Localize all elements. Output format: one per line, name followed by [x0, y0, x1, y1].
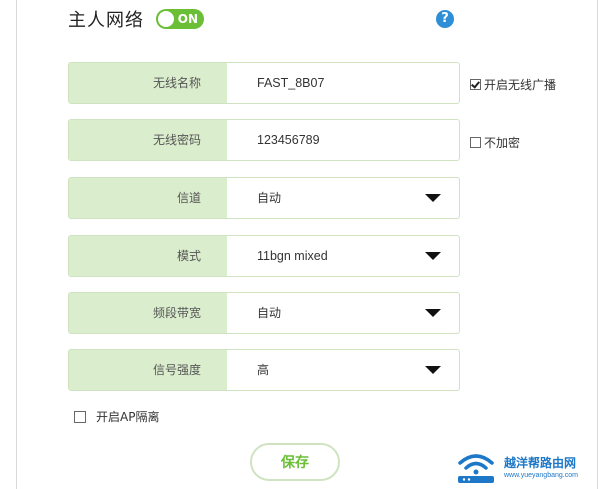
dropdown-arrow-icon[interactable]: [425, 252, 441, 260]
toggle-knob: [158, 11, 174, 27]
watermark-url: www.yueyangbang.com: [504, 471, 578, 479]
channel-select[interactable]: 自动: [227, 178, 459, 218]
broadcast-checkbox[interactable]: [470, 79, 481, 90]
broadcast-option[interactable]: 开启无线广播: [470, 76, 556, 93]
signal-row: 信号强度 高: [68, 349, 460, 391]
watermark-name: 越洋帮路由网: [504, 455, 577, 470]
signal-select[interactable]: 高: [227, 350, 459, 390]
ssid-label: 无线名称: [69, 63, 227, 103]
signal-value: 高: [257, 363, 270, 377]
mode-row: 模式 11bgn mixed: [68, 235, 460, 277]
ssid-row: 无线名称 FAST_8B07: [68, 62, 460, 104]
network-toggle[interactable]: ON: [156, 9, 204, 29]
broadcast-label: 开启无线广播: [484, 78, 557, 92]
ap-isolation-label: 开启AP隔离: [96, 410, 160, 424]
ap-isolation-option[interactable]: 开启AP隔离: [74, 408, 159, 425]
no-encrypt-checkbox[interactable]: [470, 137, 481, 148]
channel-row: 信道 自动: [68, 177, 460, 219]
bandwidth-select[interactable]: 自动: [227, 293, 459, 333]
watermark-text: 越洋帮路由网 www.yueyangbang.com: [504, 455, 578, 480]
page-title: 主人网络: [68, 10, 144, 31]
watermark: 越洋帮路由网 www.yueyangbang.com: [452, 447, 598, 487]
mode-select[interactable]: 11bgn mixed: [227, 236, 459, 276]
ssid-input[interactable]: FAST_8B07: [227, 63, 459, 103]
dropdown-arrow-icon[interactable]: [425, 194, 441, 202]
header: 主人网络 ON: [68, 6, 204, 32]
channel-label: 信道: [69, 178, 227, 218]
password-row: 无线密码 123456789: [68, 119, 460, 161]
save-button[interactable]: 保存: [250, 443, 340, 481]
bandwidth-value: 自动: [257, 306, 282, 320]
bandwidth-label: 频段带宽: [69, 293, 227, 333]
bandwidth-row: 频段带宽 自动: [68, 292, 460, 334]
toggle-label: ON: [177, 12, 198, 26]
wifi-router-logo-icon: [458, 454, 494, 483]
no-encrypt-option[interactable]: 不加密: [470, 134, 520, 151]
password-input[interactable]: 123456789: [227, 120, 459, 160]
ap-isolation-checkbox[interactable]: [74, 410, 86, 423]
help-icon[interactable]: ?: [436, 10, 454, 28]
no-encrypt-label: 不加密: [484, 136, 521, 150]
mode-value: 11bgn mixed: [257, 249, 328, 263]
dropdown-arrow-icon[interactable]: [425, 366, 441, 374]
password-label: 无线密码: [69, 120, 227, 160]
channel-value: 自动: [257, 191, 282, 205]
mode-label: 模式: [69, 236, 227, 276]
dropdown-arrow-icon[interactable]: [425, 309, 441, 317]
signal-label: 信号强度: [69, 350, 227, 390]
